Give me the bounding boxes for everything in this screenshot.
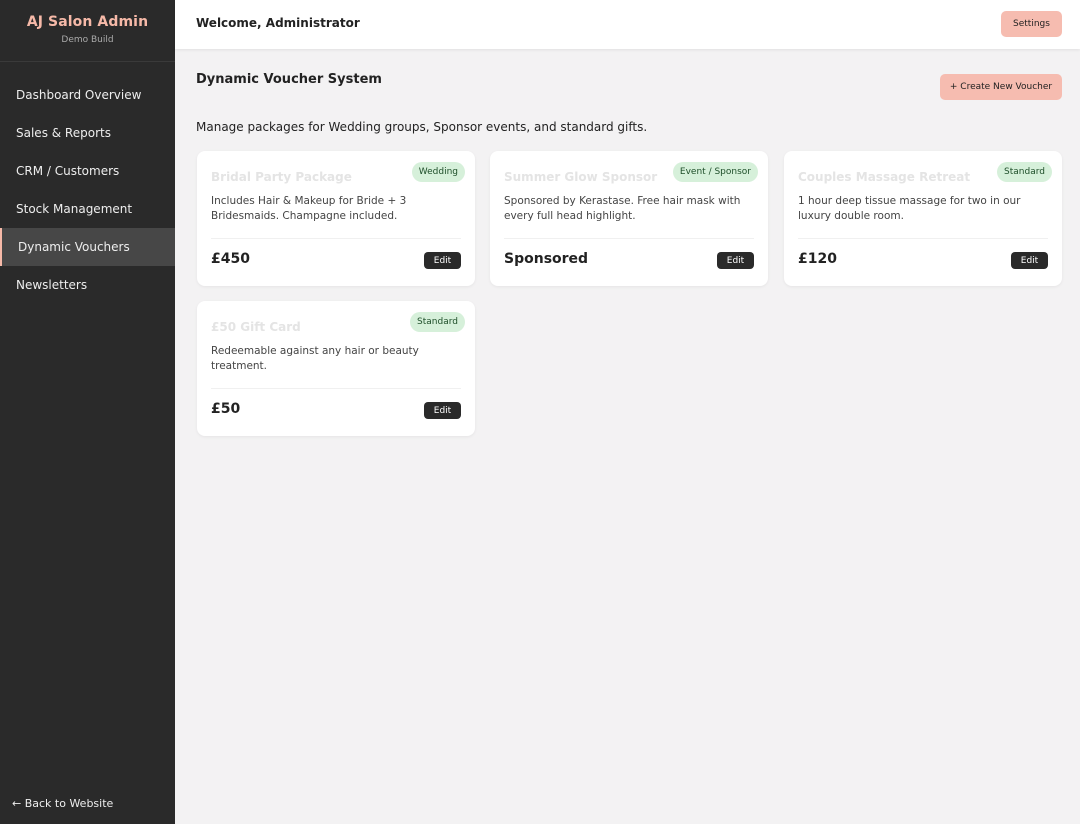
brand-subtitle: Demo Build [61, 35, 114, 45]
welcome-text: Welcome, Administrator [196, 16, 360, 30]
sidebar-nav: Dashboard Overview Sales & Reports CRM /… [0, 76, 175, 304]
voucher-title: Summer Glow Sponsor [504, 170, 658, 184]
voucher-description: Sponsored by Kerastase. Free hair mask w… [504, 195, 741, 222]
edit-voucher-button[interactable]: Edit [717, 252, 754, 269]
voucher-title: Bridal Party Package [211, 170, 352, 184]
voucher-type-badge: Standard [997, 162, 1052, 182]
sidebar: AJ Salon Admin Demo Build Dashboard Over… [0, 0, 175, 824]
voucher-card: Summer Glow Sponsor Event / Sponsor Spon… [490, 151, 768, 286]
sidebar-item-newsletters[interactable]: Newsletters [0, 266, 175, 304]
brand: AJ Salon Admin Demo Build [0, 0, 175, 62]
voucher-type-badge: Event / Sponsor [672, 162, 758, 182]
back-to-website-link[interactable]: ← Back to Website [12, 797, 113, 810]
voucher-price: £50 [211, 401, 241, 417]
card-divider [211, 238, 461, 239]
edit-voucher-button[interactable]: Edit [424, 402, 461, 419]
sidebar-item-dynamic-vouchers[interactable]: Dynamic Vouchers [0, 228, 175, 266]
voucher-price: £120 [798, 251, 837, 267]
voucher-price: £450 [211, 251, 250, 267]
sidebar-item-dashboard[interactable]: Dashboard Overview [0, 76, 175, 114]
voucher-type-badge: Wedding [411, 162, 465, 182]
voucher-price: Sponsored [504, 251, 589, 267]
settings-button[interactable]: Settings [1001, 11, 1062, 37]
voucher-title: Couples Massage Retreat [798, 170, 971, 184]
edit-voucher-button[interactable]: Edit [424, 252, 461, 269]
create-voucher-button[interactable]: + Create New Voucher [940, 74, 1062, 100]
voucher-type-badge: Standard [410, 312, 465, 332]
voucher-description: 1 hour deep tissue massage for two in ou… [798, 195, 1021, 222]
voucher-description: Redeemable against any hair or beauty tr… [211, 345, 419, 372]
voucher-card: £50 Gift Card Standard Redeemable agains… [197, 301, 475, 436]
voucher-card: Bridal Party Package Wedding Includes Ha… [197, 151, 475, 286]
top-bar: Welcome, Administrator Settings [175, 0, 1080, 49]
card-divider [504, 238, 754, 239]
sidebar-item-stock[interactable]: Stock Management [0, 190, 175, 228]
card-divider [798, 238, 1048, 239]
brand-title: AJ Salon Admin [26, 14, 149, 30]
sidebar-item-sales-reports[interactable]: Sales & Reports [0, 114, 175, 152]
card-divider [211, 388, 461, 389]
page-description: Manage packages for Wedding groups, Spon… [196, 120, 648, 134]
voucher-title: £50 Gift Card [211, 320, 301, 334]
sidebar-item-crm[interactable]: CRM / Customers [0, 152, 175, 190]
edit-voucher-button[interactable]: Edit [1011, 252, 1048, 269]
page-title: Dynamic Voucher System [196, 72, 382, 87]
voucher-description: Includes Hair & Makeup for Bride + 3 Bri… [211, 195, 407, 222]
voucher-card: Couples Massage Retreat Standard 1 hour … [784, 151, 1062, 286]
